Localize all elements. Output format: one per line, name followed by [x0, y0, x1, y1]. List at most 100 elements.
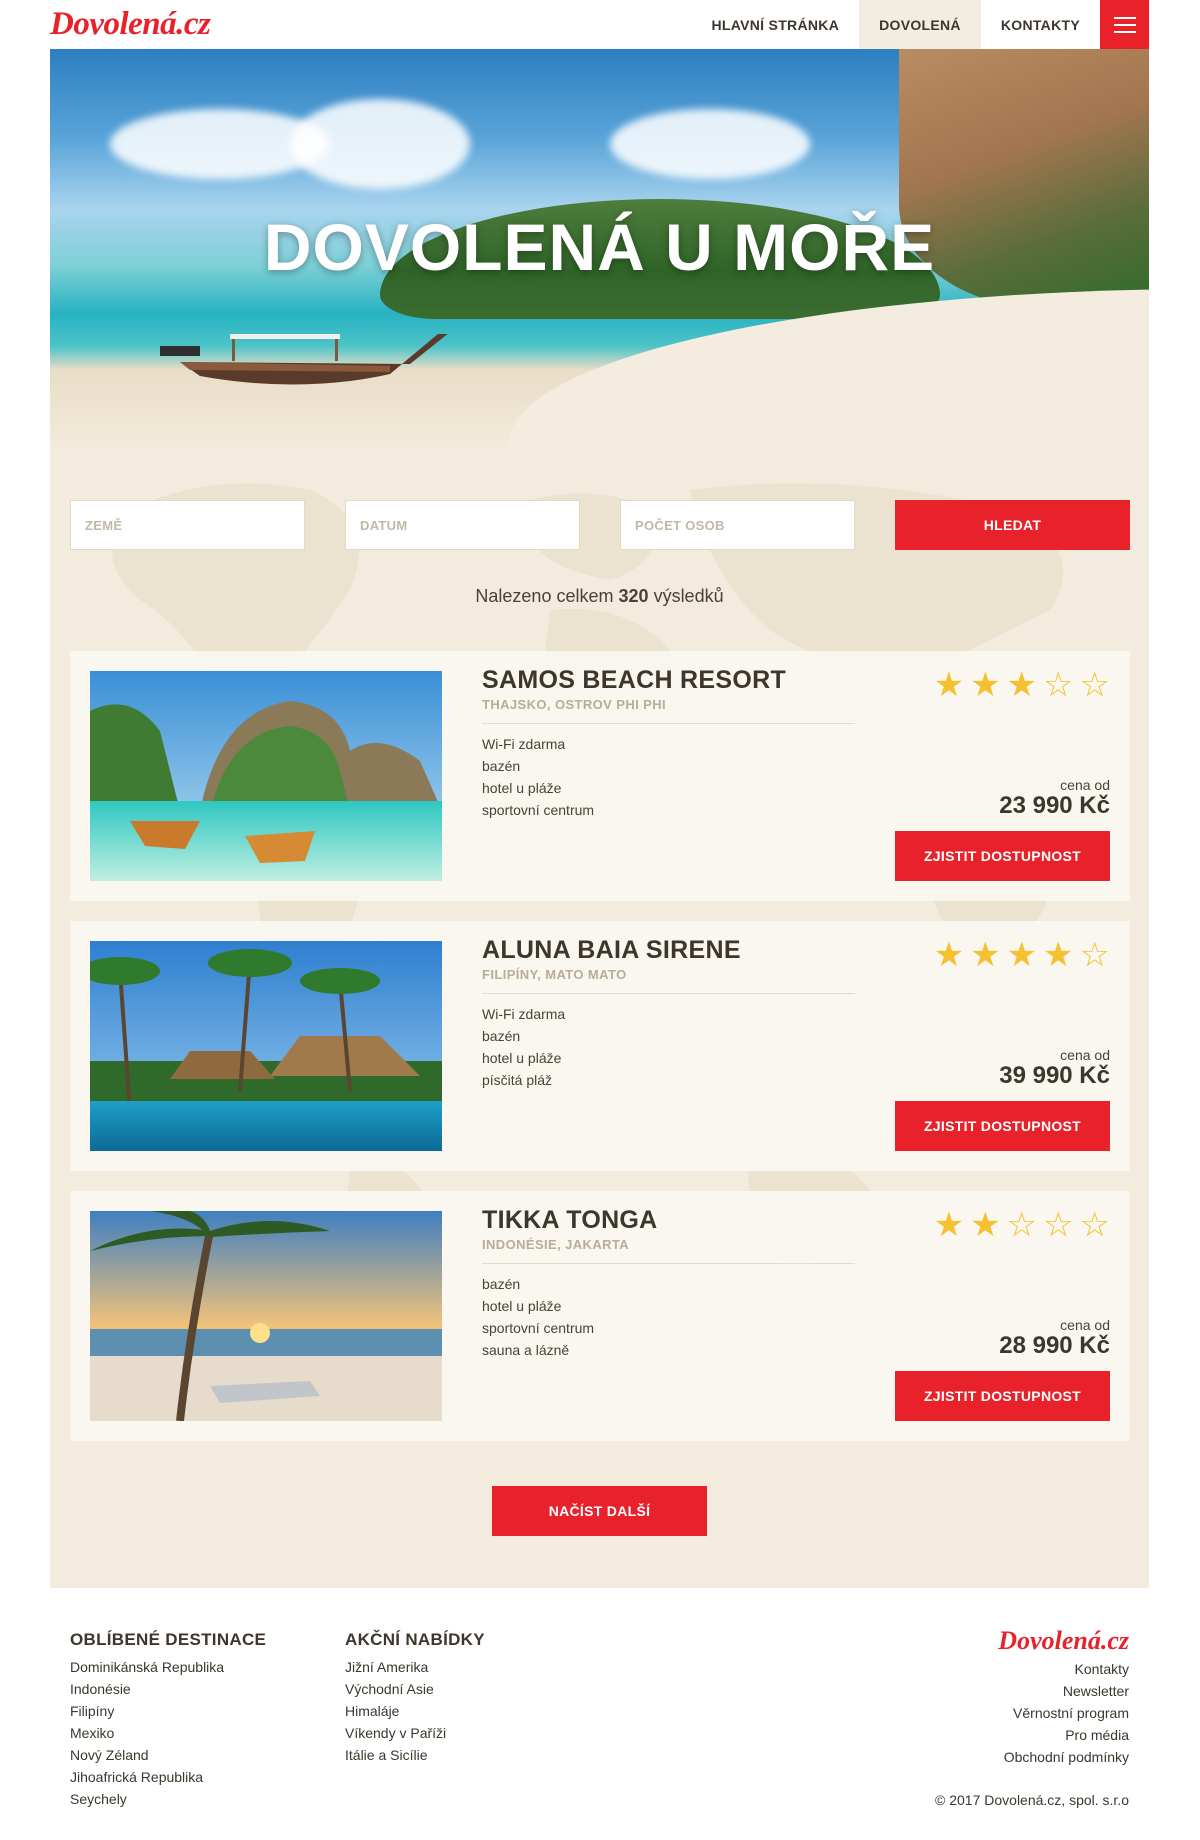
- results-count: Nalezeno celkem 320 výsledků: [50, 586, 1149, 607]
- footer-link[interactable]: Jihoafrická Republika: [70, 1766, 266, 1788]
- footer-link[interactable]: Newsletter: [998, 1680, 1129, 1702]
- nav-item-contacts[interactable]: KONTAKTY: [981, 0, 1100, 49]
- feature-item: bazén: [482, 1028, 521, 1044]
- hotel-name[interactable]: TIKKA TONGA: [482, 1206, 658, 1235]
- results-count-suffix: výsledků: [653, 586, 724, 606]
- check-availability-button[interactable]: ZJISTIT DOSTUPNOST: [895, 1101, 1110, 1151]
- footer-special-offers: AKČNÍ NABÍDKY Jižní Amerika Východní Asi…: [345, 1630, 485, 1766]
- results-count-prefix: Nalezeno celkem: [475, 586, 614, 606]
- load-more-button[interactable]: NAČÍST DALŠÍ: [492, 1486, 707, 1536]
- check-availability-button[interactable]: ZJISTIT DOSTUPNOST: [895, 831, 1110, 881]
- star-filled-icon: ★: [970, 666, 1001, 704]
- feature-item: hotel u pláže: [482, 780, 562, 796]
- people-count-input[interactable]: POČET OSOB: [620, 500, 855, 550]
- divider: [482, 993, 855, 994]
- site-logo[interactable]: Dovolená.cz: [50, 6, 211, 43]
- hotel-features: Wi-Fi zdarma bazén hotel u pláže písčitá…: [482, 1003, 565, 1091]
- footer-link[interactable]: Jižní Amerika: [345, 1656, 485, 1678]
- divider: [482, 1263, 855, 1264]
- date-input[interactable]: DATUM: [345, 500, 580, 550]
- star-rating: ★ ★ ★ ☆ ☆: [934, 665, 1110, 705]
- footer-link[interactable]: Indonésie: [70, 1678, 266, 1700]
- hero-title: DOVOLENÁ U MOŘE: [263, 210, 936, 284]
- feature-item: Wi-Fi zdarma: [482, 736, 566, 752]
- feature-item: Wi-Fi zdarma: [482, 1006, 566, 1022]
- feature-item: sportovní centrum: [482, 1320, 595, 1336]
- main-nav: HLAVNÍ STRÁNKA DOVOLENÁ KONTAKTY: [692, 0, 1149, 49]
- hotel-photo[interactable]: [90, 1211, 442, 1421]
- footer-popular-destinations: OBLÍBENÉ DESTINACE Dominikánská Republik…: [70, 1630, 266, 1810]
- country-input[interactable]: ZEMĚ: [70, 500, 305, 550]
- nav-item-vacation[interactable]: DOVOLENÁ: [859, 0, 981, 49]
- star-filled-icon: ★: [933, 1206, 965, 1244]
- hotel-location: THAJSKO, OSTROV PHI PHI: [482, 697, 667, 712]
- star-empty-icon: ☆: [1079, 666, 1110, 704]
- hotel-name[interactable]: SAMOS BEACH RESORT: [482, 666, 786, 695]
- hero-cloud: [290, 99, 470, 189]
- footer-link[interactable]: Filipíny: [70, 1700, 266, 1722]
- footer-company-links: Dovolená.cz Kontakty Newsletter Věrnostn…: [998, 1626, 1129, 1768]
- divider: [482, 723, 855, 724]
- footer-link[interactable]: Věrnostní program: [998, 1702, 1129, 1724]
- hero-banner: DOVOLENÁ U MOŘE: [50, 49, 1149, 450]
- footer-link[interactable]: Východní Asie: [345, 1678, 485, 1700]
- star-filled-icon: ★: [1006, 936, 1038, 974]
- footer-link[interactable]: Himaláje: [345, 1700, 485, 1722]
- hotel-location: FILIPÍNY, MATO MATO: [482, 967, 627, 982]
- star-rating: ★ ★ ★ ★ ☆: [934, 935, 1110, 975]
- hotel-price: 39 990 Kč: [999, 1062, 1110, 1089]
- footer-column-title: AKČNÍ NABÍDKY: [345, 1630, 485, 1649]
- feature-item: písčitá pláž: [482, 1072, 553, 1088]
- hotel-photo[interactable]: [90, 671, 442, 881]
- hotel-photo[interactable]: [90, 941, 442, 1151]
- feature-item: bazén: [482, 758, 521, 774]
- star-filled-icon: ★: [1043, 936, 1074, 974]
- footer-link[interactable]: Dominikánská Republika: [70, 1656, 266, 1678]
- copyright: © 2017 Dovolená.cz, spol. s.r.o: [935, 1792, 1129, 1808]
- feature-item: hotel u pláže: [482, 1298, 562, 1314]
- footer-link[interactable]: Pro média: [998, 1724, 1129, 1746]
- star-filled-icon: ★: [970, 1206, 1001, 1244]
- results-count-number: 320: [618, 586, 649, 606]
- feature-item: hotel u pláže: [482, 1050, 562, 1066]
- hotel-name[interactable]: ALUNA BAIA SIRENE: [482, 936, 741, 965]
- footer-link[interactable]: Kontakty: [998, 1658, 1129, 1680]
- star-empty-icon: ☆: [1043, 1206, 1074, 1244]
- footer-link[interactable]: Mexiko: [70, 1722, 266, 1744]
- hero-cloud: [610, 109, 810, 179]
- footer-link[interactable]: Obchodní podmínky: [998, 1746, 1129, 1768]
- feature-item: bazén: [482, 1276, 521, 1292]
- hotel-features: Wi-Fi zdarma bazén hotel u pláže sportov…: [482, 733, 594, 821]
- hotel-card: TIKKA TONGA INDONÉSIE, JAKARTA bazén hot…: [70, 1191, 1130, 1441]
- nav-item-home[interactable]: HLAVNÍ STRÁNKA: [692, 0, 860, 49]
- search-bar: ZEMĚ DATUM POČET OSOB HLEDAT: [70, 500, 1130, 550]
- price-label: cena od: [1060, 1317, 1110, 1333]
- site-footer: OBLÍBENÉ DESTINACE Dominikánská Republik…: [50, 1588, 1149, 1840]
- feature-item: sauna a lázně: [482, 1342, 570, 1358]
- check-availability-button[interactable]: ZJISTIT DOSTUPNOST: [895, 1371, 1110, 1421]
- site-header: Dovolená.cz HLAVNÍ STRÁNKA DOVOLENÁ KONT…: [50, 0, 1149, 49]
- hotel-location: INDONÉSIE, JAKARTA: [482, 1237, 630, 1252]
- star-empty-icon: ☆: [1006, 1206, 1038, 1244]
- longtail-boat-image: [160, 334, 448, 385]
- search-button[interactable]: HLEDAT: [895, 500, 1130, 550]
- footer-logo[interactable]: Dovolená.cz: [998, 1626, 1129, 1656]
- hotel-price: 23 990 Kč: [999, 792, 1110, 819]
- footer-link[interactable]: Seychely: [70, 1788, 266, 1810]
- star-filled-icon: ★: [1006, 666, 1038, 704]
- hotel-card: SAMOS BEACH RESORT THAJSKO, OSTROV PHI P…: [70, 651, 1130, 901]
- hamburger-icon[interactable]: [1100, 0, 1149, 49]
- star-filled-icon: ★: [933, 666, 965, 704]
- star-rating: ★ ★ ☆ ☆ ☆: [934, 1205, 1110, 1245]
- footer-column-title: OBLÍBENÉ DESTINACE: [70, 1630, 267, 1649]
- footer-link[interactable]: Víkendy v Paříži: [345, 1722, 485, 1744]
- star-filled-icon: ★: [970, 936, 1001, 974]
- footer-link[interactable]: Itálie a Sicílie: [345, 1744, 485, 1766]
- star-empty-icon: ☆: [1043, 666, 1074, 704]
- feature-item: sportovní centrum: [482, 802, 595, 818]
- star-empty-icon: ☆: [1079, 1206, 1110, 1244]
- footer-link[interactable]: Nový Zéland: [70, 1744, 266, 1766]
- hotel-card: ALUNA BAIA SIRENE FILIPÍNY, MATO MATO Wi…: [70, 921, 1130, 1171]
- star-empty-icon: ☆: [1079, 936, 1110, 974]
- price-label: cena od: [1060, 777, 1110, 793]
